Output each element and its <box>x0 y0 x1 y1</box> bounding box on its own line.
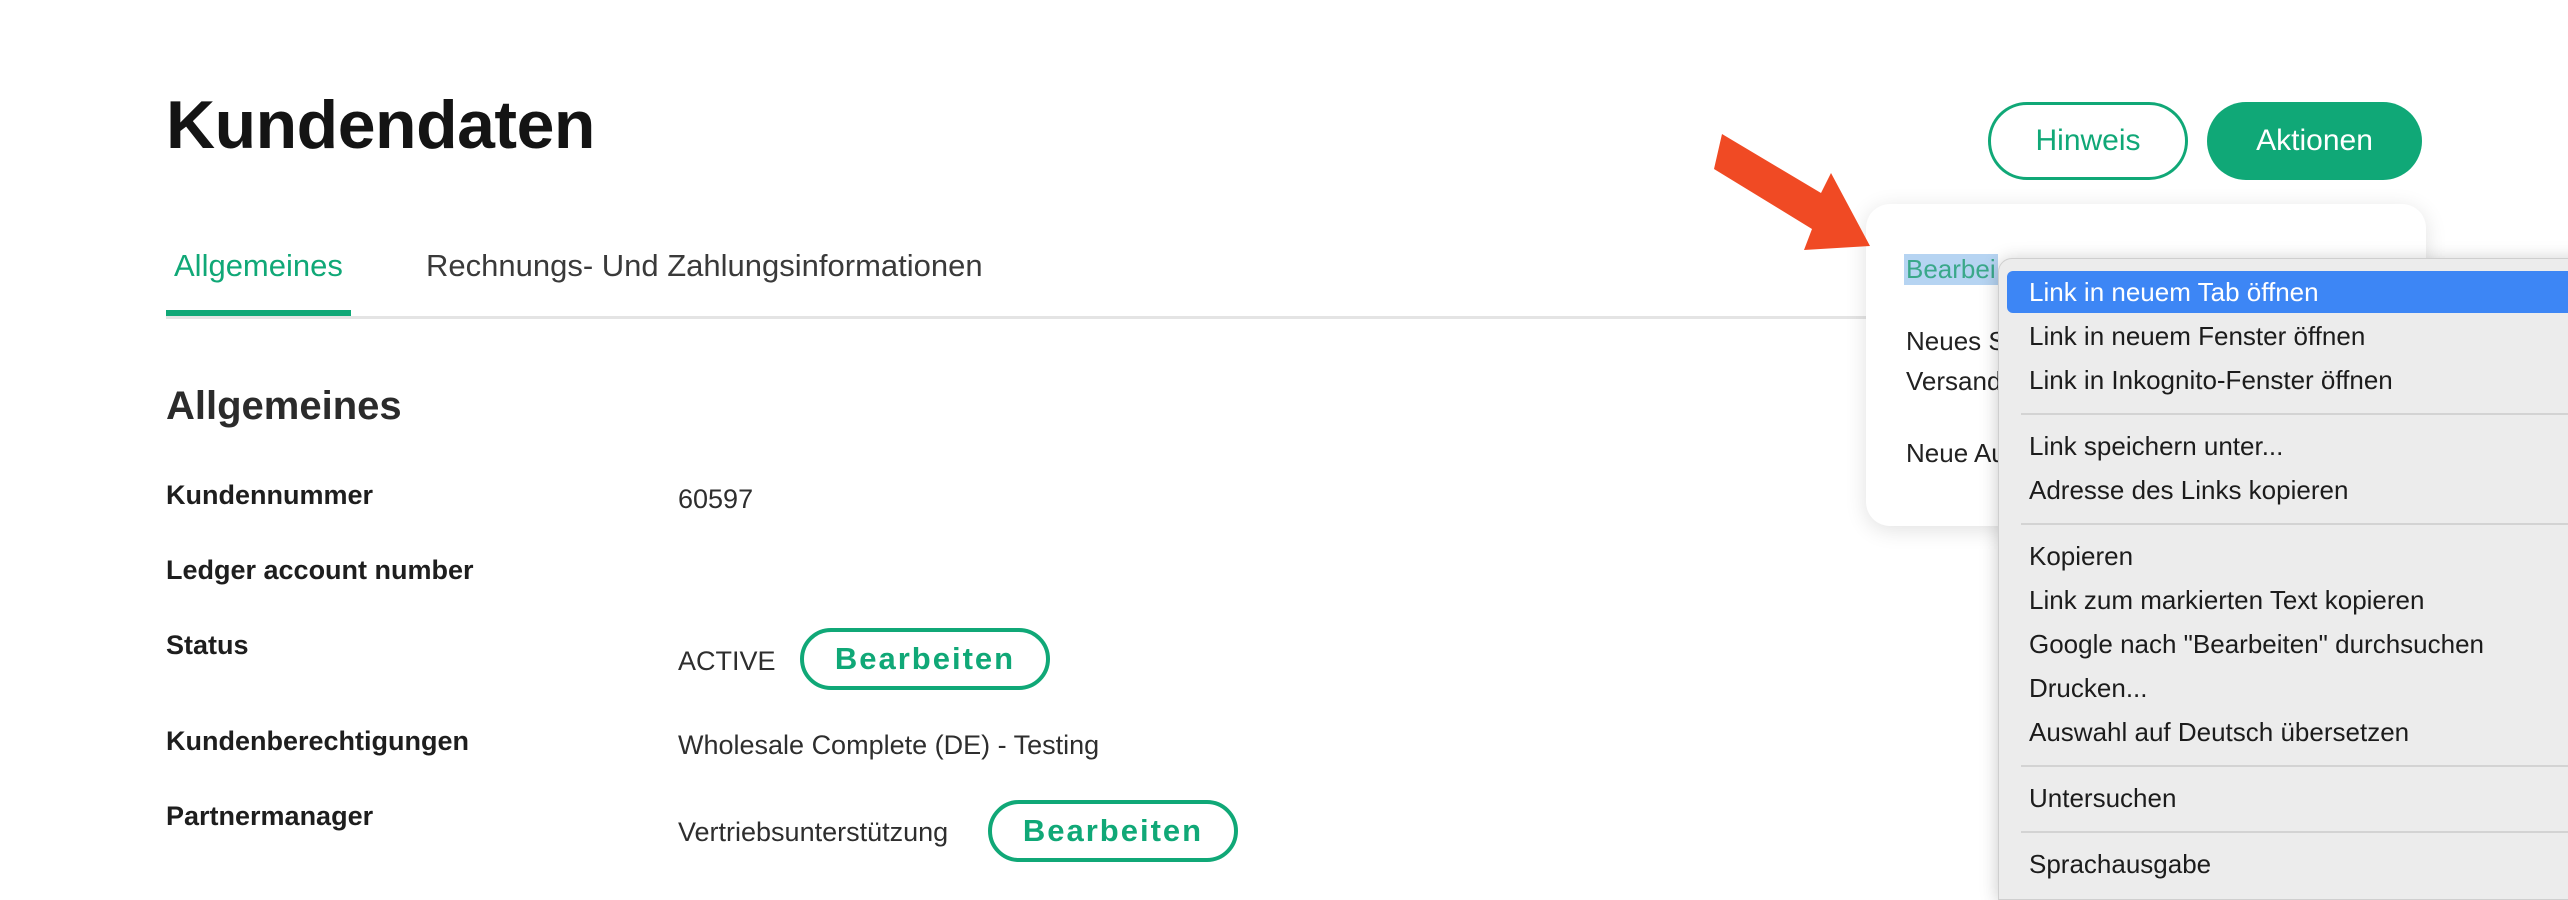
menu-separator <box>2021 413 2568 415</box>
context-menu: Link in neuem Tab öffnen Link in neuem F… <box>1998 258 2568 900</box>
field-label-kundenberechtigungen: Kundenberechtigungen <box>166 726 469 756</box>
context-menu-item-open-new-window[interactable]: Link in neuem Fenster öffnen <box>2007 315 2568 357</box>
edit-partnermanager-button[interactable]: Bearbeiten <box>988 800 1238 862</box>
context-menu-item-open-new-tab[interactable]: Link in neuem Tab öffnen <box>2007 271 2568 313</box>
page-title: Kundendaten <box>166 87 595 163</box>
context-menu-item-copy[interactable]: Kopieren <box>2007 535 2568 577</box>
context-menu-item-translate[interactable]: Auswahl auf Deutsch übersetzen <box>2007 711 2568 753</box>
context-menu-item-copy-link-address[interactable]: Adresse des Links kopieren <box>2007 469 2568 511</box>
field-label-partnermanager: Partnermanager <box>166 801 374 831</box>
context-menu-item-print[interactable]: Drucken... <box>2007 667 2568 709</box>
dropdown-item-edit[interactable]: Bearbei <box>1904 254 1998 285</box>
dropdown-item-shipping[interactable]: Versand <box>1906 366 2001 397</box>
tab-rechnungs-zahlungsinformationen[interactable]: Rechnungs- Und Zahlungsinformationen <box>426 248 983 312</box>
menu-separator <box>2021 523 2568 525</box>
context-menu-item-inspect[interactable]: Untersuchen <box>2007 777 2568 819</box>
menu-separator <box>2021 765 2568 767</box>
section-title: Allgemeines <box>166 384 402 428</box>
context-menu-item-search-google[interactable]: Google nach "Bearbeiten" durchsuchen <box>2007 623 2568 665</box>
field-value-kundenberechtigungen: Wholesale Complete (DE) - Testing <box>678 730 1100 760</box>
arrow-pointer-icon <box>1714 134 1870 250</box>
edit-status-button[interactable]: Bearbeiten <box>800 628 1050 690</box>
actions-button[interactable]: Aktionen <box>2207 102 2422 180</box>
hint-button[interactable]: Hinweis <box>1988 102 2188 180</box>
context-menu-item-copy-link-to-highlight[interactable]: Link zum markierten Text kopieren <box>2007 579 2568 621</box>
field-label-ledger-account-number: Ledger account number <box>166 555 474 585</box>
field-label-kundennummer: Kundennummer <box>166 480 374 510</box>
menu-separator <box>2021 831 2568 833</box>
arrow-shape <box>1714 134 1870 250</box>
field-value-kundennummer: 60597 <box>678 484 754 514</box>
dropdown-item-new-2[interactable]: Neue Au <box>1906 438 2006 469</box>
field-label-status: Status <box>166 630 249 660</box>
dropdown-item-new-1[interactable]: Neues S <box>1906 326 2006 357</box>
context-menu-item-speech[interactable]: Sprachausgabe <box>2007 843 2568 885</box>
field-value-partnermanager: Vertriebsunterstützung <box>678 817 949 847</box>
tab-allgemeines[interactable]: Allgemeines <box>166 248 351 316</box>
field-value-status: ACTIVE <box>678 646 776 676</box>
context-menu-item-open-incognito[interactable]: Link in Inkognito-Fenster öffnen <box>2007 359 2568 401</box>
context-menu-item-save-link[interactable]: Link speichern unter... <box>2007 425 2568 467</box>
